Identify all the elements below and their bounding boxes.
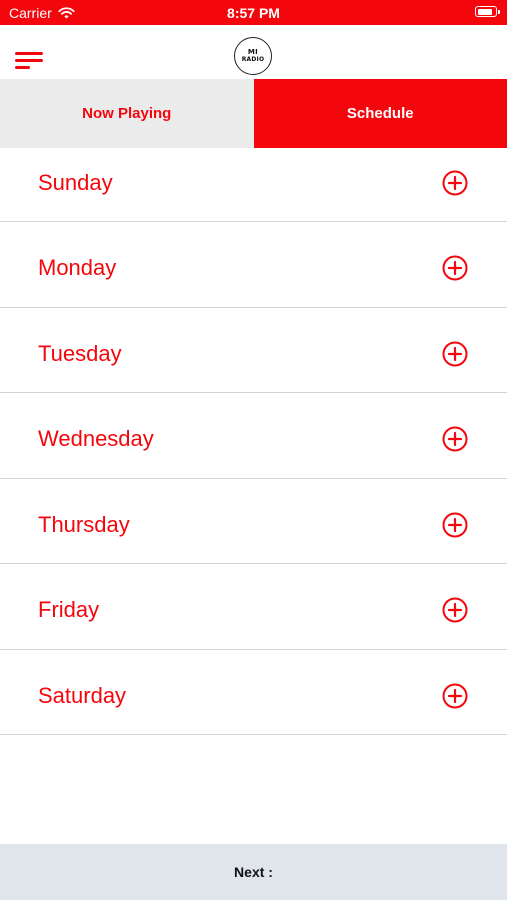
app-header: MI RADIO bbox=[0, 25, 507, 79]
day-label: Saturday bbox=[38, 682, 127, 708]
plus-circle-icon[interactable] bbox=[442, 341, 468, 367]
menu-line bbox=[15, 66, 30, 69]
next-label: Next : bbox=[234, 864, 273, 880]
day-label: Sunday bbox=[38, 170, 113, 195]
day-label: Monday bbox=[38, 255, 117, 280]
status-time: 8:57 PM bbox=[227, 5, 280, 21]
day-row-tuesday[interactable]: Tuesday bbox=[0, 308, 507, 393]
menu-line bbox=[15, 59, 43, 62]
day-label: Wednesday bbox=[38, 426, 154, 451]
plus-circle-icon[interactable] bbox=[442, 255, 468, 281]
day-label: Tuesday bbox=[38, 340, 122, 366]
plus-circle-icon[interactable] bbox=[442, 512, 468, 538]
logo-top-text: MI bbox=[247, 48, 259, 56]
app-root: Carrier 8:57 PM MI RADIO Now Playing Sch… bbox=[0, 0, 507, 900]
day-row-monday[interactable]: Monday bbox=[0, 222, 507, 308]
next-program-footer: Next : bbox=[0, 844, 507, 900]
mi-radio-logo: MI RADIO bbox=[234, 37, 272, 75]
menu-line bbox=[15, 52, 43, 55]
tab-now-playing[interactable]: Now Playing bbox=[0, 79, 254, 148]
schedule-day-list: Sunday Monday Tuesday Wednesday Thursday… bbox=[0, 148, 507, 735]
plus-circle-icon[interactable] bbox=[442, 170, 468, 196]
plus-circle-icon[interactable] bbox=[442, 597, 468, 623]
tab-schedule[interactable]: Schedule bbox=[253, 79, 507, 148]
day-label: Friday bbox=[38, 597, 100, 622]
day-row-thursday[interactable]: Thursday bbox=[0, 479, 507, 564]
plus-circle-icon[interactable] bbox=[442, 426, 468, 452]
battery-icon bbox=[475, 6, 500, 17]
day-row-wednesday[interactable]: Wednesday bbox=[0, 393, 507, 479]
hamburger-menu-icon[interactable] bbox=[15, 52, 45, 74]
plus-circle-icon[interactable] bbox=[442, 683, 468, 709]
tab-bar: Now Playing Schedule bbox=[0, 79, 507, 148]
day-row-saturday[interactable]: Saturday bbox=[0, 650, 507, 735]
status-bar: Carrier 8:57 PM bbox=[0, 0, 507, 25]
day-label: Thursday bbox=[38, 511, 130, 537]
logo-bottom-text: RADIO bbox=[241, 56, 265, 63]
day-row-sunday[interactable]: Sunday bbox=[0, 148, 507, 222]
day-row-friday[interactable]: Friday bbox=[0, 564, 507, 650]
battery-level bbox=[477, 8, 492, 15]
